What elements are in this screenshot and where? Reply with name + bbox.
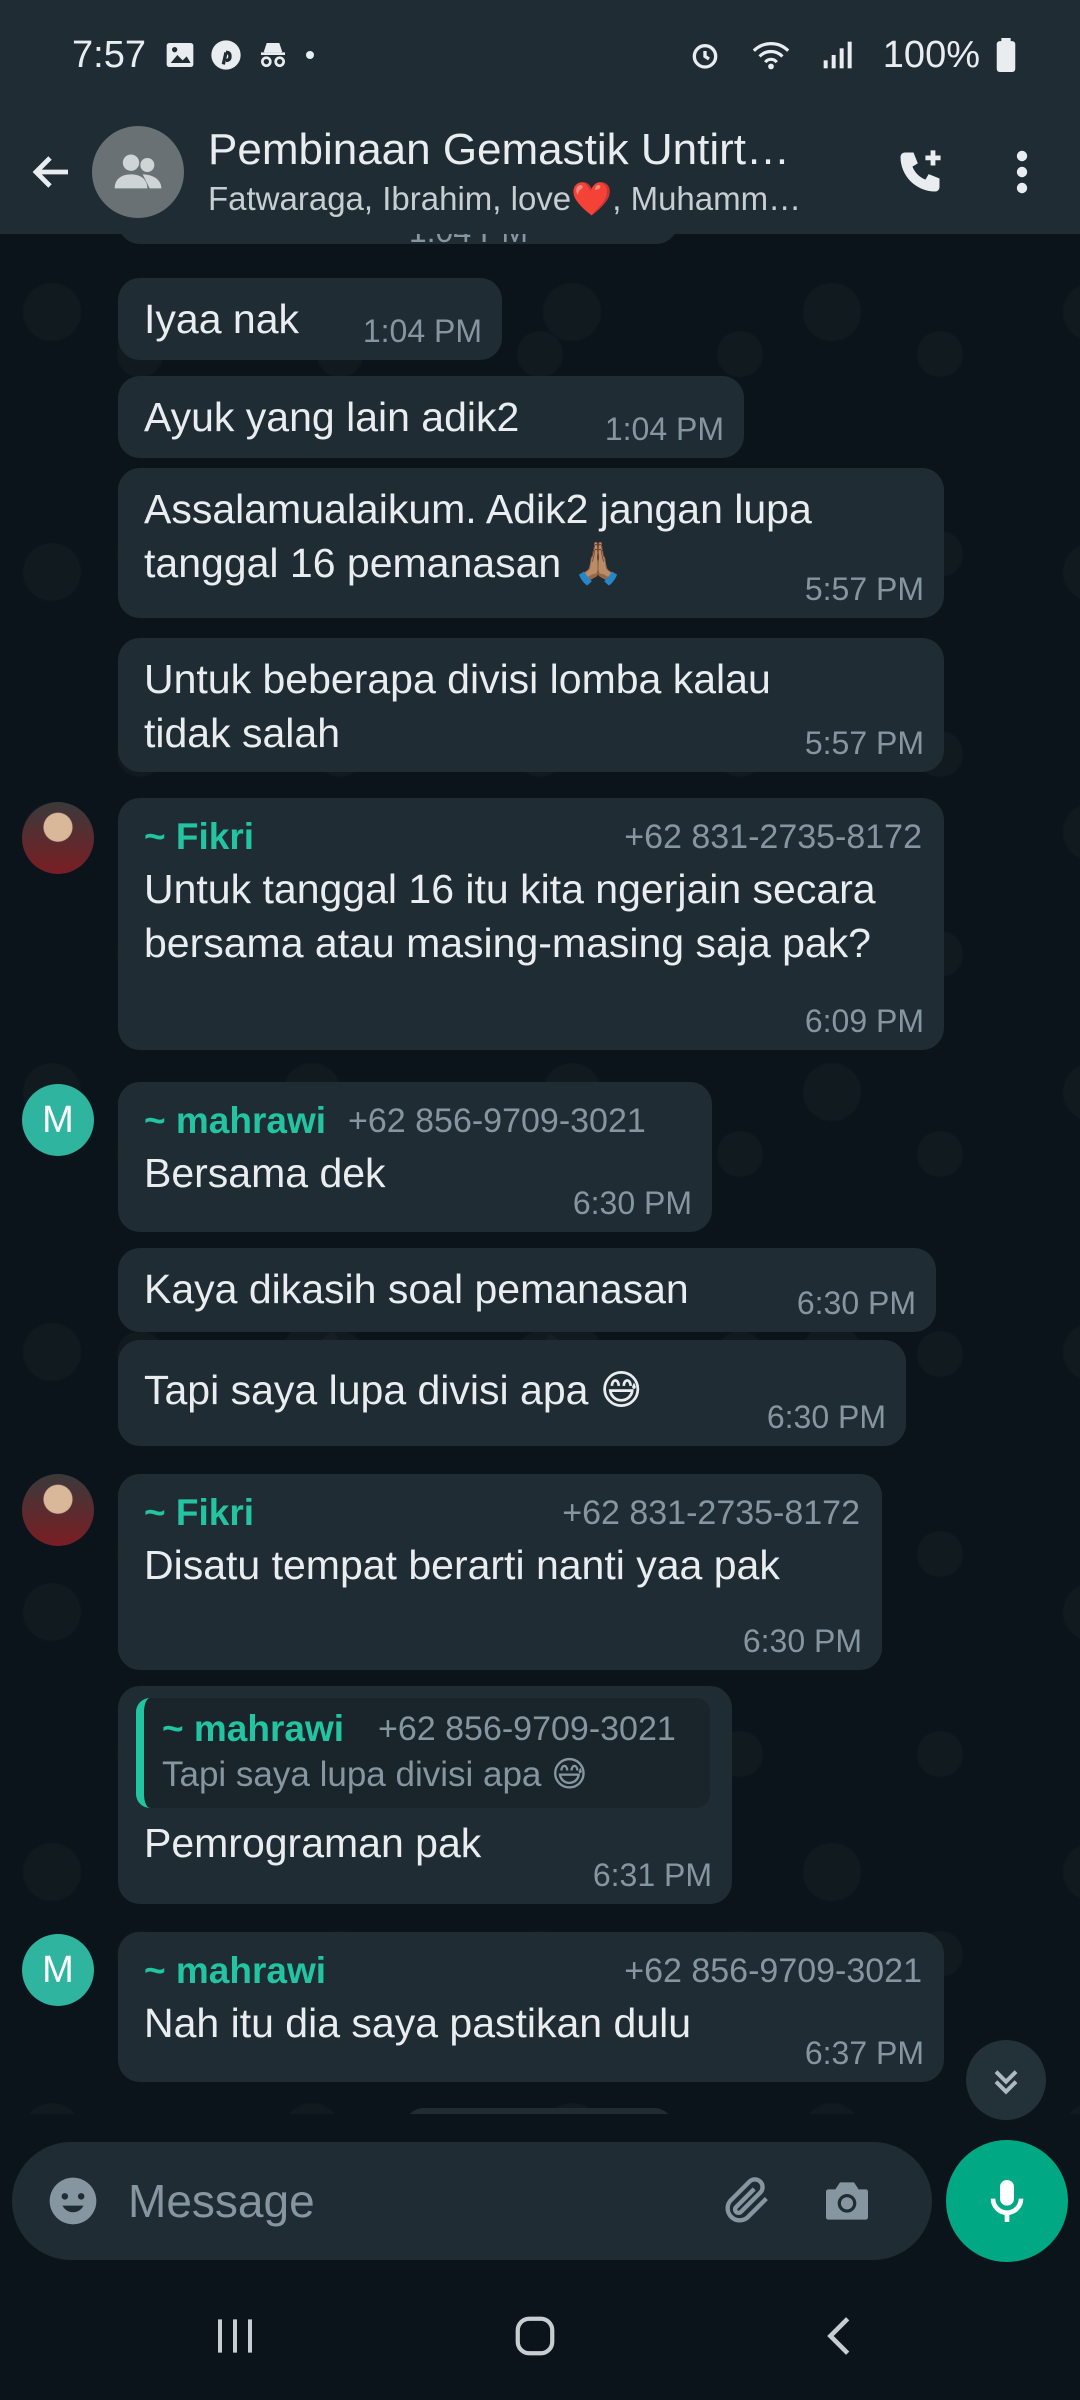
status-bar: 7:57 100% [0, 0, 1080, 110]
sender-phone: +62 831-2735-8172 [624, 817, 922, 856]
battery-icon [996, 38, 1016, 72]
avatar[interactable]: M [22, 1934, 94, 2006]
pinterest-icon [210, 39, 242, 71]
message-text: Assalamualaikum. Adik2 jangan lupa tangg… [144, 486, 812, 586]
message-time: 1:04 PM [362, 313, 482, 349]
chat-area[interactable]: 1:04 PM Iyaa nak 1:04 PM Ayuk yang lain … [0, 234, 1080, 2114]
message-time: 6:09 PM [804, 1003, 924, 1039]
camera-icon[interactable] [812, 2166, 882, 2236]
avatar[interactable] [22, 1474, 94, 1546]
incognito-icon [256, 39, 290, 71]
message-bubble[interactable]: ~ Fikri +62 831-2735-8172 Untuk tanggal … [118, 798, 944, 1050]
chat-header: Pembinaan Gemastik Untirt… Fatwaraga, Ib… [0, 110, 1080, 234]
sender-row: ~ mahrawi +62 856-9709-3021 [144, 1946, 922, 1996]
message-bubble[interactable]: Assalamualaikum. Adik2 jangan lupa tangg… [118, 468, 944, 618]
battery-percent: 100% [882, 33, 980, 76]
quoted-message[interactable]: ~ mahrawi +62 856-9709-3021 Tapi saya lu… [136, 1698, 710, 1808]
recent-apps-icon[interactable] [190, 2306, 280, 2366]
message-text: Untuk beberapa divisi lomba kalau tidak … [144, 656, 771, 756]
home-icon[interactable] [490, 2306, 580, 2366]
sender-phone: +62 856-9709-3021 [624, 1951, 922, 1990]
system-nav-bar [0, 2272, 1080, 2400]
back-nav-icon[interactable] [795, 2306, 885, 2366]
sender-phone: +62 856-9709-3021 [348, 1101, 646, 1140]
message-bubble[interactable]: ~ Fikri +62 831-2735-8172 Disatu tempat … [118, 1474, 882, 1670]
message-time: 6:30 PM [766, 1399, 886, 1435]
message-bubble[interactable]: Iyaa nak 1:04 PM [118, 278, 502, 360]
add-call-icon[interactable] [880, 132, 960, 212]
wifi-icon [751, 39, 791, 71]
microphone-icon [990, 2180, 1024, 2222]
voice-record-button[interactable] [946, 2140, 1068, 2262]
sender-name[interactable]: ~ mahrawi [144, 1100, 326, 1142]
message-bubble-partial[interactable] [404, 2108, 674, 2114]
message-text: Disatu tempat berarti nanti yaa pak [144, 1542, 780, 1588]
message-bubble[interactable]: ~ mahrawi +62 856-9709-3021 Bersama dek … [118, 1082, 712, 1232]
gallery-icon [164, 39, 196, 71]
sender-row: ~ Fikri +62 831-2735-8172 [144, 1488, 860, 1538]
sender-name[interactable]: ~ Fikri [144, 816, 254, 858]
message-time: 1:04 PM [604, 411, 724, 447]
message-bubble-partial[interactable]: 1:04 PM [118, 234, 678, 249]
message-time: 6:31 PM [592, 1857, 712, 1893]
sender-name[interactable]: ~ Fikri [144, 1492, 254, 1534]
message-bubble[interactable]: Untuk beberapa divisi lomba kalau tidak … [118, 638, 944, 772]
chat-title-block[interactable]: Pembinaan Gemastik Untirt… Fatwaraga, Ib… [208, 123, 848, 221]
message-bubble[interactable]: Kaya dikasih soal pemanasan 6:30 PM [118, 1248, 936, 1332]
scroll-to-bottom-button[interactable] [966, 2040, 1046, 2120]
quote-text: Tapi saya lupa divisi apa 😅 [162, 1755, 588, 1794]
message-bubble[interactable]: Tapi saya lupa divisi apa 😅 6:30 PM [118, 1340, 906, 1446]
more-options-icon[interactable] [990, 132, 1054, 212]
sender-phone: +62 831-2735-8172 [562, 1493, 860, 1532]
sender-row: ~ mahrawi +62 856-9709-3021 [144, 1096, 690, 1146]
message-input[interactable] [126, 2173, 690, 2229]
message-time: 6:37 PM [804, 2035, 924, 2071]
avatar[interactable]: M [22, 1084, 94, 1156]
message-time: 5:57 PM [804, 725, 924, 761]
sender-name[interactable]: ~ mahrawi [144, 1950, 326, 1992]
status-time: 7:57 [72, 33, 146, 76]
back-arrow-icon[interactable] [12, 132, 92, 212]
quote-sender-phone: +62 856-9709-3021 [378, 1709, 676, 1748]
quote-sender-row: ~ mahrawi +62 856-9709-3021 [162, 1706, 692, 1752]
alarm-icon [689, 39, 721, 71]
message-time: 1:04 PM [409, 234, 528, 250]
message-composer [12, 2142, 932, 2260]
message-text: Untuk tanggal 16 itu kita ngerjain secar… [144, 866, 876, 966]
attach-icon[interactable] [712, 2166, 782, 2236]
avatar[interactable] [22, 802, 94, 874]
message-bubble[interactable]: ~ mahrawi +62 856-9709-3021 Tapi saya lu… [118, 1686, 732, 1904]
chat-title: Pembinaan Gemastik Untirt… [208, 125, 790, 174]
signal-icon [821, 39, 853, 71]
message-time: 6:30 PM [742, 1623, 862, 1659]
quote-sender-name: ~ mahrawi [162, 1708, 345, 1749]
group-avatar-icon[interactable] [92, 126, 184, 218]
sender-row: ~ Fikri +62 831-2735-8172 [144, 812, 922, 862]
emoji-icon[interactable] [38, 2166, 108, 2236]
message-time: 6:30 PM [796, 1285, 916, 1321]
message-bubble[interactable]: Ayuk yang lain adik2 1:04 PM [118, 376, 744, 458]
dot-icon [304, 49, 316, 61]
message-time: 6:30 PM [572, 1185, 692, 1221]
message-time: 5:57 PM [804, 571, 924, 607]
message-bubble[interactable]: ~ mahrawi +62 856-9709-3021 Nah itu dia … [118, 1932, 944, 2082]
chat-members: Fatwaraga, Ibrahim, love❤️, Muhamm… [208, 180, 802, 217]
